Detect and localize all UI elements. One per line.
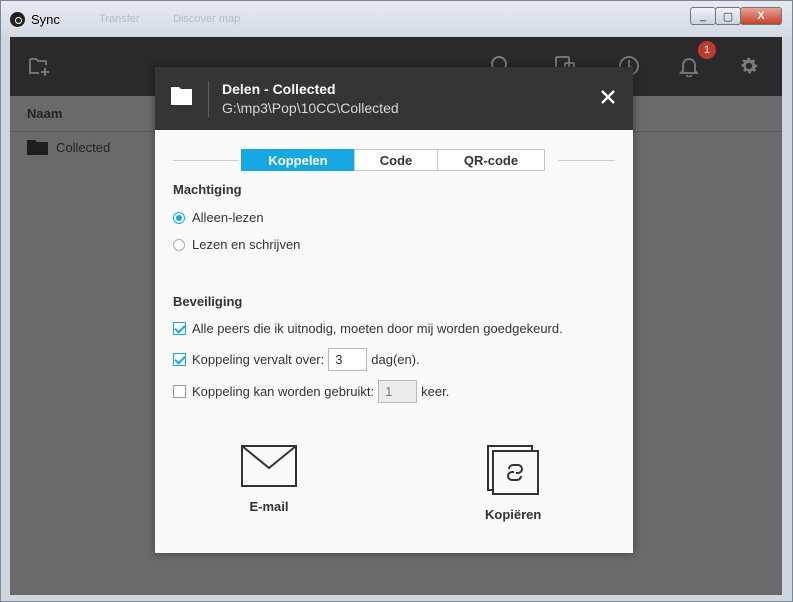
radio-read-write[interactable]: Lezen en schrijven: [173, 237, 300, 252]
tab-code[interactable]: Code: [354, 149, 438, 171]
bell-icon[interactable]: [678, 55, 700, 77]
permission-title: Machtiging: [173, 182, 242, 197]
add-folder-icon[interactable]: [28, 55, 50, 77]
envelope-icon[interactable]: [241, 445, 297, 487]
expire-option: Koppeling vervalt over: dag(en).: [173, 348, 420, 371]
security-title: Beveiliging: [173, 294, 243, 309]
uses-label: Koppeling kan worden gebruikt:: [192, 384, 375, 399]
copy-link-action[interactable]: Kopiëren: [485, 445, 541, 522]
uses-checkbox[interactable]: [173, 385, 186, 398]
ghost-tab: Discover map: [173, 13, 241, 25]
header-divider: [208, 81, 209, 117]
maximize-button[interactable]: ▢: [715, 7, 741, 25]
expire-days-input[interactable]: [328, 348, 368, 371]
expire-unit: dag(en).: [371, 352, 420, 367]
folder-icon: [27, 140, 48, 155]
window-title: Sync: [31, 12, 60, 27]
close-window-button[interactable]: X: [740, 7, 782, 25]
tab-koppelen[interactable]: Koppelen: [241, 149, 355, 171]
tabs-divider: [173, 160, 239, 161]
window-controls: _ ▢ X: [690, 7, 782, 25]
tab-qr-code[interactable]: QR-code: [437, 149, 545, 171]
radio-read-only[interactable]: Alleen-lezen: [173, 210, 264, 225]
approve-peers-option[interactable]: Alle peers die ik uitnodig, moeten door …: [173, 321, 563, 336]
column-header-name[interactable]: Naam: [27, 106, 62, 121]
approve-checkbox[interactable]: [173, 322, 186, 335]
folder-icon: [171, 87, 192, 105]
copy-label: Kopiëren: [485, 507, 542, 522]
uses-unit: keer.: [421, 384, 450, 399]
approve-label: Alle peers die ik uitnodig, moeten door …: [192, 321, 563, 336]
radio-button[interactable]: [173, 211, 185, 224]
ghost-tab: Transfer: [99, 13, 140, 25]
tabs-divider: [558, 160, 615, 161]
notification-badge: 1: [698, 41, 716, 59]
radio-label: Lezen en schrijven: [192, 237, 301, 252]
radio-button[interactable]: [173, 238, 185, 251]
email-action[interactable]: E-mail: [241, 445, 297, 514]
share-tabs: Koppelen Code QR-code: [173, 149, 615, 171]
list-item[interactable]: Collected: [27, 139, 110, 155]
gear-icon[interactable]: [738, 55, 760, 77]
radio-label: Alleen-lezen: [192, 210, 264, 225]
dialog-header: Delen - Collected G:\mp3\Pop\10CC\Collec…: [155, 67, 633, 130]
copy-link-icon[interactable]: [487, 445, 540, 495]
dialog-path: G:\mp3\Pop\10CC\Collected: [222, 100, 399, 116]
uses-option: Koppeling kan worden gebruikt: keer.: [173, 380, 449, 403]
dialog-title: Delen - Collected: [222, 81, 336, 97]
title-bar[interactable]: Sync Transfer Discover map _ ▢ X: [1, 1, 792, 37]
expire-checkbox[interactable]: [173, 353, 186, 366]
folder-name: Collected: [56, 139, 111, 155]
tab-group: Koppelen Code QR-code: [241, 149, 545, 171]
uses-count-input[interactable]: [378, 380, 418, 403]
minimize-button[interactable]: _: [690, 7, 716, 25]
expire-label: Koppeling vervalt over:: [192, 352, 325, 367]
share-dialog: Delen - Collected G:\mp3\Pop\10CC\Collec…: [155, 67, 633, 553]
sync-logo-icon: [10, 12, 25, 27]
close-icon[interactable]: [600, 89, 616, 105]
email-label: E-mail: [249, 499, 289, 514]
